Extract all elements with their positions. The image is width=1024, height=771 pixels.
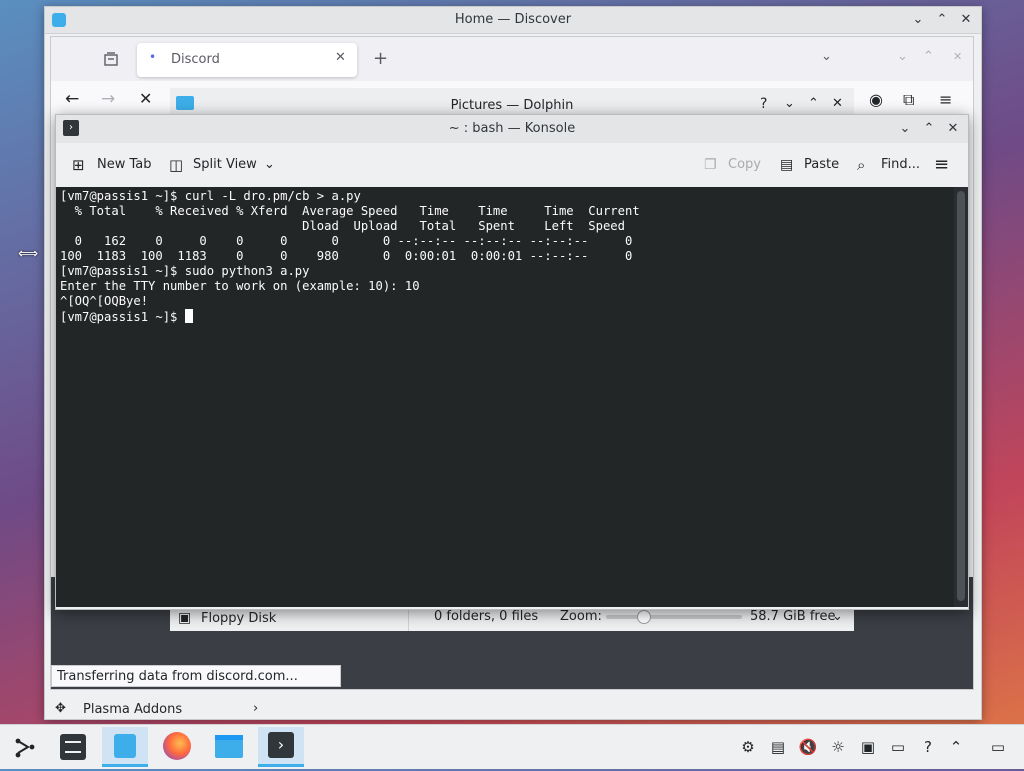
terminal-line: Dload Upload Total Spent Left Speed [60,219,625,233]
new-tab-icon: ⊞ [72,156,85,174]
back-arrow-icon[interactable]: ← [65,89,79,109]
paste-button[interactable]: ▤ Paste [780,143,840,187]
storage-icon[interactable]: ▣ [858,737,878,757]
konsole-icon[interactable]: › [258,727,304,767]
brightness-icon[interactable]: ☼ [828,737,848,757]
zoom-slider[interactable] [606,610,742,624]
plasma-addons-icon: ✥ [55,701,66,716]
free-space-text[interactable]: 58.7 GiB free [750,609,835,624]
hamburger-menu-icon[interactable]: ≡ [934,143,954,187]
konsole-window-title: ~ : bash — Konsole [448,121,576,136]
konsole-maximize-icon[interactable]: ⌃ [920,120,938,138]
folder-count-text: 0 folders, 0 files [434,609,539,624]
help-question-icon[interactable]: ? [760,96,767,112]
terminal-line: [vm7@passis1 ~]$ sudo python3 a.py [60,264,310,278]
dolphin-window-title: Pictures — Dolphin [450,98,574,113]
new-tab-plus-icon[interactable]: + [373,48,388,69]
new-tab-button[interactable]: ⊞ New Tab [72,143,156,187]
list-all-tabs-icon[interactable]: ⌄ [821,49,832,64]
volume-muted-icon[interactable]: 🔇 [798,737,818,757]
steam-icon[interactable]: ⚙ [738,737,758,757]
zoom-label: Zoom: [560,609,602,624]
konsole-minimize-icon[interactable]: ⌄ [896,120,914,138]
terminal-line: % Total % Received % Xferd Average Speed… [60,204,640,218]
application-launcher-icon[interactable] [2,727,48,767]
help-icon[interactable]: ? [918,737,938,757]
dolphin-icon[interactable] [206,727,252,767]
free-space-chevron-icon[interactable]: ⌄ [832,609,843,624]
forward-arrow-icon[interactable]: → [101,89,115,109]
discover-icon[interactable] [102,727,148,767]
taskbar: › ⚙ ▤ 🔇 ☼ ▣ ▭ ? ⌃ ▭ [0,724,1024,769]
floppy-disk-icon: ▣ [178,610,192,626]
sidebar-item-plasma-addons: Plasma Addons [83,702,183,717]
terminal-line: Enter the TTY number to work on (example… [60,279,420,293]
firefox-tab-strip: • Discord ✕ + ⌄ ⌄ ⌃ ✕ [51,37,973,81]
terminal-cursor [184,309,193,323]
terminal-scrollbar[interactable] [954,187,968,607]
terminal-line: 0 162 0 0 0 0 0 0 --:--:-- --:--:-- --:-… [60,234,633,248]
tab-discord[interactable]: • Discord ✕ [137,43,357,77]
show-desktop-icon[interactable]: ▭ [988,737,1008,757]
minimize-icon[interactable]: ⌄ [909,11,927,29]
discord-favicon-icon: • [149,50,157,64]
places-item-floppy-disk[interactable]: Floppy Disk [201,611,276,626]
chevron-right-icon: › [253,701,259,716]
status-panel: Transferring data from discord.com... [51,665,341,687]
discover-window-title: Home — Discover [454,12,572,27]
terminal-view[interactable]: [vm7@passis1 ~]$ curl -L dro.pm/cb > a.p… [56,187,954,607]
terminal-output: [vm7@passis1 ~]$ curl -L dro.pm/cb > a.p… [60,189,640,325]
tab-close-icon[interactable]: ✕ [335,50,346,65]
tray-expand-icon[interactable]: ⌃ [946,737,966,757]
resize-cursor-icon: ⟺ [18,246,39,262]
paste-icon: ▤ [780,157,794,173]
terminal-line: ^[OQ^[OQBye! [60,294,149,308]
terminal-prompt: [vm7@passis1 ~]$ [60,310,185,324]
ff-maximize-icon[interactable]: ⌃ [923,49,934,64]
ff-minimize-icon[interactable]: ⌄ [897,49,908,64]
scrollbar-thumb[interactable] [957,191,965,601]
terminal-line: [vm7@passis1 ~]$ curl -L dro.pm/cb > a.p… [60,189,361,203]
find-label: Find... [881,157,921,172]
display-icon[interactable]: ▭ [888,737,908,757]
stop-loading-icon[interactable]: ✕ [139,89,152,108]
konsole-window[interactable]: › ~ : bash — Konsole ⌄ ⌃ ✕ ⊞ New Tab ◫ S… [55,114,969,610]
copy-icon: ❐ [704,157,717,173]
search-icon: ⌕ [857,156,866,174]
terminal-line: 100 1183 100 1183 0 0 980 0 0:00:01 0:00… [60,249,633,263]
copy-button[interactable]: ❐ Copy [704,143,764,187]
panel-divider [408,607,409,631]
clipboard-icon[interactable]: ▤ [768,737,788,757]
split-view-chevron-icon: ⌄ [264,157,275,172]
firefox-icon[interactable] [154,727,200,767]
konsole-toolbar: ⊞ New Tab ◫ Split View ⌄ ❐ Copy ▤ Paste … [56,143,968,188]
find-button[interactable]: ⌕ Find... [857,143,925,187]
dolphin-close-icon[interactable]: ✕ [832,96,843,111]
copy-label: Copy [728,157,761,172]
extensions-icon[interactable]: ⧉ [903,90,914,110]
split-view-icon: ◫ [169,156,184,174]
dolphin-minimize-icon[interactable]: ⌄ [784,96,795,111]
ff-close-icon[interactable]: ✕ [953,50,962,63]
menu-hamburger-icon[interactable]: ≡ [939,90,952,109]
firefox-view-icon[interactable] [103,51,119,67]
zoom-slider-handle[interactable] [637,610,651,624]
dolphin-maximize-icon[interactable]: ⌃ [808,96,819,111]
account-icon[interactable]: ◉ [869,90,883,109]
konsole-titlebar[interactable]: › ~ : bash — Konsole ⌄ ⌃ ✕ [56,115,968,143]
split-view-label: Split View [193,157,257,172]
tab-title: Discord [171,52,220,67]
discover-sidebar-item[interactable]: ✥ Plasma Addons › [53,701,273,719]
maximize-icon[interactable]: ⌃ [933,11,951,29]
konsole-close-icon[interactable]: ✕ [944,120,962,138]
close-icon[interactable]: ✕ [957,11,975,29]
discover-titlebar[interactable]: Home — Discover ⌄ ⌃ ✕ [45,7,981,34]
split-view-button[interactable]: ◫ Split View ⌄ [169,143,275,187]
new-tab-label: New Tab [97,157,152,172]
system-settings-icon[interactable] [50,727,96,767]
paste-label: Paste [804,157,840,172]
